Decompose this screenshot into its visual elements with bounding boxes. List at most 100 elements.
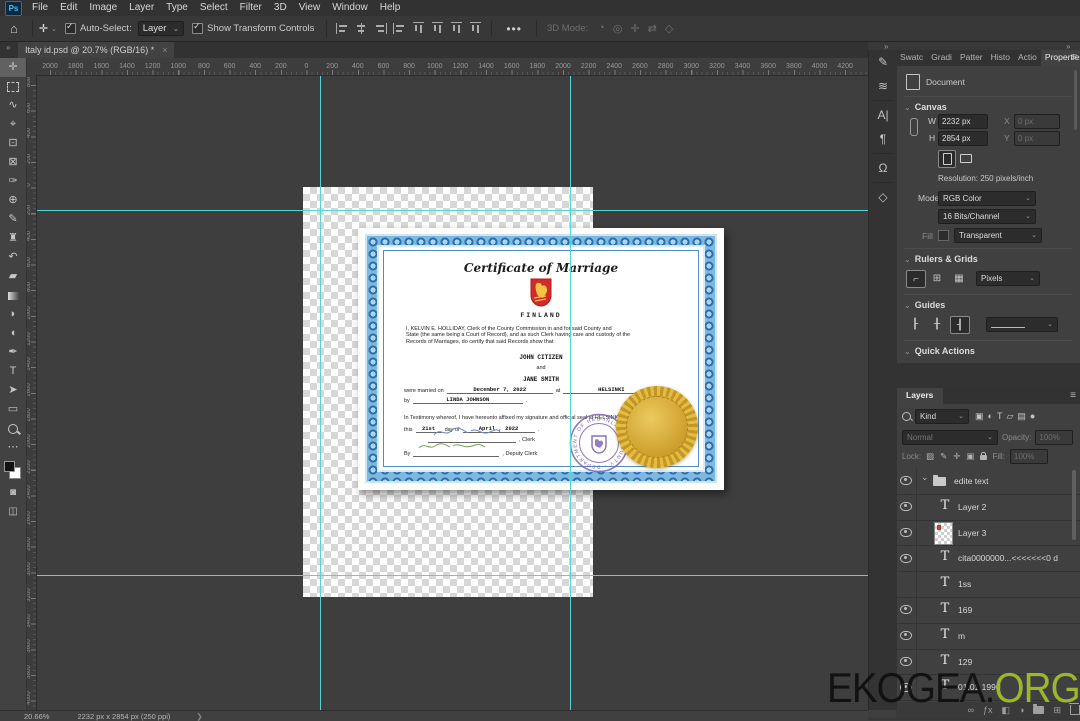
layer-row[interactable]: Layer 3: [896, 520, 1080, 547]
visibility-toggle[interactable]: [896, 468, 917, 494]
move-tool-preset-icon[interactable]: ✛: [39, 22, 48, 35]
toggle-rulers-button[interactable]: ⌐: [906, 270, 926, 288]
layer-row[interactable]: T169: [896, 597, 1080, 624]
layer-name[interactable]: 169: [958, 605, 972, 615]
lock-artboard-icon[interactable]: ▣: [966, 451, 974, 462]
home-icon[interactable]: ⌂: [10, 21, 18, 36]
tool-color-swatches[interactable]: [0, 457, 26, 483]
tool-rectangle[interactable]: ▭: [0, 400, 26, 419]
guide-vertical-left[interactable]: [320, 75, 321, 710]
toggle-guides-button[interactable]: ┠: [906, 316, 924, 332]
layer-name[interactable]: Layer 3: [958, 528, 986, 538]
filter-shape-layers-icon[interactable]: ▱: [1006, 411, 1013, 422]
tool-quick-mask[interactable]: ◙: [0, 483, 26, 502]
layer-row[interactable]: T1ss: [896, 571, 1080, 598]
panel-menu-icon[interactable]: ≡: [1071, 52, 1077, 63]
zoom-level-field[interactable]: 20.66%: [24, 712, 49, 721]
tool-blur[interactable]: ◗: [0, 305, 26, 324]
opacity-field[interactable]: 100%: [1035, 430, 1073, 445]
toggle-pixel-grid-button[interactable]: ▦: [950, 270, 968, 286]
tab-patter[interactable]: Patter: [956, 50, 987, 66]
distribute-left-icon[interactable]: [413, 22, 424, 35]
tab-swatc[interactable]: Swatc: [896, 50, 927, 66]
tool-history-brush[interactable]: ↶: [0, 248, 26, 267]
layer-fill-field[interactable]: 100%: [1010, 449, 1048, 464]
menu-file[interactable]: File: [26, 0, 54, 16]
tool-screen-mode[interactable]: ◫: [0, 502, 26, 521]
x-field[interactable]: 0 px: [1014, 114, 1060, 129]
tab-overflow-icon[interactable]: »: [6, 43, 10, 52]
close-icon[interactable]: ×: [162, 45, 167, 55]
vertical-ruler[interactable]: 8006004002000200400600800100012001400160…: [26, 75, 37, 710]
guides-section-header[interactable]: ⌄Guides: [904, 300, 945, 310]
tool-zoom[interactable]: [0, 419, 26, 438]
tool-dodge[interactable]: ◖: [0, 324, 26, 343]
glyphs-panel-icon[interactable]: Ω: [869, 156, 897, 180]
properties-scrollbar[interactable]: [1074, 70, 1077, 130]
visibility-toggle-off[interactable]: [896, 571, 917, 597]
horizontal-ruler[interactable]: 2000180016001400120010008006004002000200…: [36, 62, 868, 76]
tool-lasso[interactable]: ∿: [0, 96, 26, 115]
paragraph-panel-icon[interactable]: ¶: [869, 127, 897, 151]
show-transform-checkbox[interactable]: [192, 23, 203, 34]
auto-select-dropdown[interactable]: Layer ⌄: [138, 21, 184, 36]
menu-filter[interactable]: Filter: [234, 0, 268, 16]
menu-window[interactable]: Window: [326, 0, 374, 16]
visibility-toggle[interactable]: [896, 597, 917, 623]
landscape-orientation-button[interactable]: [958, 150, 974, 166]
visibility-toggle[interactable]: [896, 520, 917, 546]
distribute-bottom-icon[interactable]: [470, 22, 481, 35]
layers-scrollbar[interactable]: [1072, 470, 1076, 540]
menu-3d[interactable]: 3D: [268, 0, 293, 16]
height-field[interactable]: 2854 px: [938, 131, 988, 146]
filter-adjustment-layers-icon[interactable]: ◐: [988, 411, 993, 422]
tool-clone-stamp[interactable]: ♜: [0, 229, 26, 248]
layer-thumbnail[interactable]: [934, 522, 953, 545]
guide-style-dropdown[interactable]: ⌄: [986, 317, 1058, 332]
filter-type-layers-icon[interactable]: T: [997, 411, 1003, 422]
align-top-icon[interactable]: [393, 23, 406, 34]
tool-edit-toolbar[interactable]: ⋯: [0, 438, 26, 457]
document-tab[interactable]: Italy id.psd @ 20.7% (RGB/16) * ×: [18, 41, 174, 58]
layer-row[interactable]: Tm: [896, 623, 1080, 650]
portrait-orientation-button[interactable]: [938, 150, 956, 168]
tool-rectangular-marquee[interactable]: [0, 77, 26, 96]
align-right-icon[interactable]: [374, 23, 387, 34]
align-left-icon[interactable]: [336, 23, 349, 34]
tool-eraser[interactable]: ▰: [0, 267, 26, 286]
layer-name[interactable]: edite text: [954, 476, 989, 486]
character-panel-icon[interactable]: A|: [869, 103, 897, 127]
menu-image[interactable]: Image: [83, 0, 123, 16]
expand-dock-icon[interactable]: »: [884, 42, 888, 51]
guide-vertical-right[interactable]: [570, 75, 571, 710]
status-arrow-icon[interactable]: ❯: [196, 712, 202, 721]
guide-horizontal-top[interactable]: [36, 210, 868, 211]
mode-dropdown[interactable]: RGB Color⌄: [938, 191, 1036, 206]
collapse-panels-icon[interactable]: »: [1066, 42, 1070, 51]
y-field[interactable]: 0 px: [1014, 131, 1060, 146]
filter-smart-objects-icon[interactable]: ▤: [1017, 411, 1026, 422]
menu-select[interactable]: Select: [194, 0, 234, 16]
tab-histo[interactable]: Histo: [987, 50, 1014, 66]
layer-name[interactable]: 1ss: [958, 579, 971, 589]
menu-help[interactable]: Help: [374, 0, 407, 16]
tool-move[interactable]: ✛: [0, 58, 26, 77]
menu-type[interactable]: Type: [160, 0, 194, 16]
layer-name[interactable]: cita0000000...<<<<<<<0 d: [958, 553, 1058, 563]
distribute-center-icon[interactable]: [432, 22, 443, 35]
tool-brush[interactable]: ✎: [0, 210, 26, 229]
layer-name[interactable]: Layer 2: [958, 502, 986, 512]
fill-dropdown[interactable]: Transparent⌄: [954, 228, 1042, 243]
tool-type[interactable]: T: [0, 362, 26, 381]
tool-gradient[interactable]: [0, 286, 26, 305]
filter-toggle-icon[interactable]: ●: [1030, 411, 1035, 422]
layers-menu-icon[interactable]: ≡: [1070, 390, 1076, 401]
tool-eyedropper[interactable]: ✑: [0, 172, 26, 191]
width-field[interactable]: 2232 px: [938, 114, 988, 129]
visibility-toggle[interactable]: [896, 494, 917, 520]
chevron-down-icon[interactable]: ⌄: [51, 25, 57, 33]
ruler-units-dropdown[interactable]: Pixels⌄: [976, 271, 1040, 286]
fill-checkbox[interactable]: [938, 230, 949, 241]
tool-crop[interactable]: ⊡: [0, 134, 26, 153]
lock-position-icon[interactable]: ✛: [953, 451, 960, 462]
